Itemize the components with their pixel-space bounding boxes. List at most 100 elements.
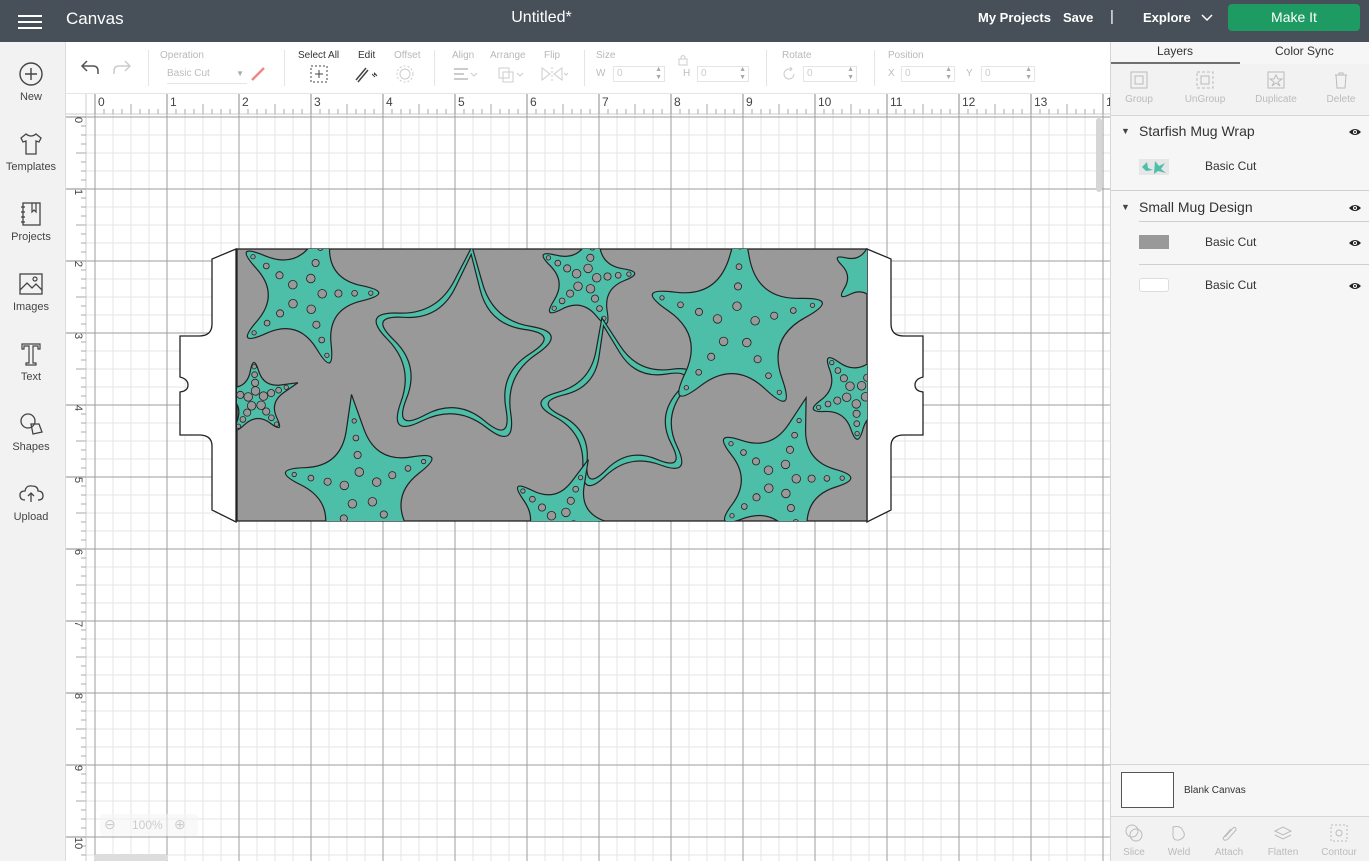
explore-dropdown[interactable]: Explore — [1143, 10, 1213, 25]
x-input[interactable]: 0 ▲ ▼ — [901, 66, 955, 82]
starfish-dot — [347, 499, 358, 509]
ruler-tick-label: 11 — [890, 95, 903, 109]
height-input[interactable]: 0 ▲ ▼ — [697, 66, 749, 82]
contour-icon — [1330, 824, 1348, 842]
starfish-dot — [262, 407, 271, 416]
starfish-dot — [626, 271, 632, 277]
edit-group[interactable]: Edit — [355, 50, 380, 88]
blank-canvas-swatch[interactable] — [1121, 772, 1174, 808]
starfish-dot — [614, 272, 622, 279]
eye-icon[interactable] — [1348, 238, 1362, 248]
sidebar-item-shapes[interactable]: Shapes — [0, 410, 62, 453]
starfish-dot — [796, 417, 802, 424]
ungroup-label: UnGroup — [1184, 94, 1226, 105]
arrange-icon — [498, 67, 524, 83]
starfish-dot — [251, 371, 258, 379]
width-input[interactable]: 0 ▲ ▼ — [613, 66, 665, 82]
pen-color-icon[interactable] — [250, 66, 268, 82]
ruler-tick-label: 7 — [602, 95, 609, 109]
ungroup-button[interactable]: UnGroup — [1183, 70, 1227, 105]
select-all-group[interactable]: Select All — [298, 50, 339, 88]
save-link[interactable]: Save — [1063, 10, 1093, 25]
my-projects-link[interactable]: My Projects — [978, 10, 1051, 25]
eye-icon[interactable] — [1348, 203, 1362, 213]
vertical-scrollbar[interactable] — [1096, 118, 1102, 192]
layer-row[interactable]: Basic Cut — [1111, 222, 1369, 264]
starfish-dot — [516, 548, 520, 552]
weld-button[interactable]: Weld — [1165, 823, 1193, 858]
duplicate-label: Duplicate — [1255, 94, 1297, 105]
make-it-button[interactable]: Make It — [1228, 4, 1360, 31]
sidebar-item-projects[interactable]: Projects — [0, 200, 62, 243]
ruler-tick-label: 1 — [72, 189, 84, 195]
starfish-dot — [323, 230, 327, 234]
operation-select[interactable]: Basic Cut ▼ — [167, 66, 247, 84]
offset-group[interactable]: Offset — [394, 50, 421, 88]
eye-icon[interactable] — [1348, 281, 1362, 291]
flatten-button[interactable]: Flatten — [1265, 823, 1301, 858]
slice-button[interactable]: Slice — [1121, 823, 1147, 858]
design-canvas[interactable]: 01234567891011121314 012345678910 ⊖ 100%… — [66, 94, 1110, 861]
sidebar-item-label: Text — [20, 371, 42, 383]
horizontal-scrollbar[interactable] — [94, 854, 168, 861]
starfish-dot — [324, 546, 328, 550]
layer-label: Basic Cut — [1205, 235, 1257, 249]
starfish-dot — [379, 510, 388, 519]
tab-layers[interactable]: Layers — [1157, 44, 1193, 58]
align-group[interactable]: Align — [452, 50, 478, 88]
starfish-dot — [839, 475, 845, 481]
sidebar-item-images[interactable]: Images — [0, 270, 62, 313]
caret-down-icon[interactable]: ▼ — [1121, 202, 1130, 212]
lock-icon[interactable] — [678, 54, 688, 66]
duplicate-button[interactable]: Duplicate — [1251, 70, 1301, 105]
delete-button[interactable]: Delete — [1325, 70, 1357, 105]
zoom-out-icon[interactable]: ⊖ — [104, 816, 116, 833]
starfish-dot — [372, 477, 382, 487]
starfish-dot — [583, 523, 590, 530]
contour-button[interactable]: Contour — [1319, 823, 1359, 858]
sidebar-item-text[interactable]: Text — [0, 340, 62, 383]
starfish-dot — [753, 355, 762, 364]
starfish-dot — [306, 273, 316, 284]
starfish-dot — [250, 386, 261, 396]
starfish-dot — [239, 416, 247, 423]
ruler-tick-label: 9 — [746, 95, 753, 109]
eye-icon[interactable] — [1348, 127, 1362, 137]
edit-tools-icon — [355, 67, 378, 83]
starfish-dot — [263, 319, 271, 327]
color-swatch — [1139, 278, 1169, 292]
canvas-grid[interactable]: 01234567891011121314 012345678910 — [66, 94, 1110, 861]
stepper-icon: ▲ ▼ — [1025, 66, 1032, 81]
sidebar-item-templates[interactable]: Templates — [0, 130, 62, 173]
blank-canvas-row[interactable]: Blank Canvas — [1111, 764, 1369, 816]
layer-row[interactable]: Basic Cut — [1111, 265, 1369, 307]
undo-icon[interactable] — [80, 58, 100, 76]
flip-group[interactable]: Flip — [541, 50, 570, 88]
starfish-dot — [780, 459, 791, 470]
zoom-in-icon[interactable]: ⊕ — [174, 816, 186, 833]
starfish-dot — [742, 337, 752, 348]
attach-button[interactable]: Attach — [1213, 823, 1245, 858]
document-title[interactable]: Untitled* — [0, 9, 1083, 27]
starfish-dot — [267, 389, 276, 398]
caret-down-icon[interactable]: ▼ — [1121, 126, 1130, 136]
y-value: 0 — [985, 68, 991, 79]
starfish-dot — [334, 289, 343, 298]
operation-label: Operation — [160, 50, 204, 61]
ruler-tick-label: 10 — [72, 837, 84, 849]
tab-color-sync[interactable]: Color Sync — [1275, 44, 1334, 58]
starfish-dot — [589, 249, 596, 251]
rotate-input[interactable]: 0 ▲ ▼ — [803, 66, 857, 82]
starfish-dot — [792, 519, 799, 521]
arrange-group[interactable]: Arrange — [490, 50, 526, 88]
layer-row[interactable]: Basic Cut — [1111, 150, 1369, 190]
starfish-dot — [388, 471, 397, 480]
starfish-dot — [288, 298, 298, 309]
mug-wrap-design[interactable] — [179, 208, 924, 580]
redo-icon[interactable] — [112, 58, 132, 76]
sidebar-item-upload[interactable]: Upload — [0, 480, 62, 523]
y-input[interactable]: 0 ▲ ▼ — [981, 66, 1035, 82]
group-button[interactable]: Group — [1123, 70, 1155, 105]
starfish-dot — [791, 431, 798, 439]
sidebar-item-new[interactable]: New — [0, 60, 62, 103]
